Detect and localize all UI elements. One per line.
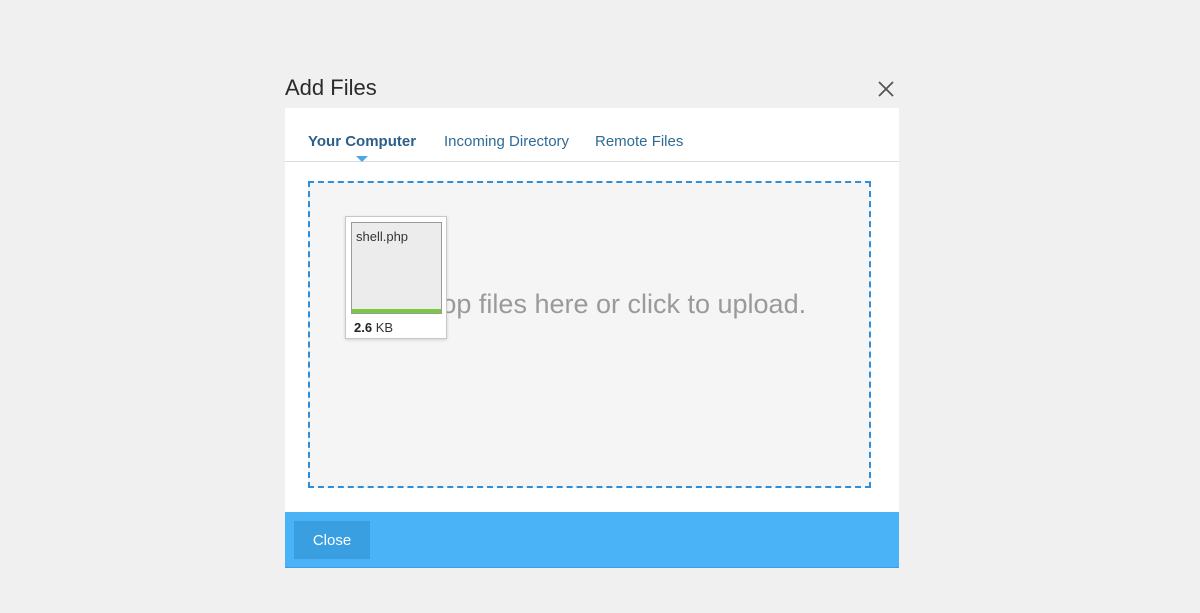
- file-size-unit: KB: [375, 320, 394, 335]
- tab-remote-files[interactable]: Remote Files: [595, 133, 683, 150]
- upload-progress-bar: [352, 309, 441, 313]
- close-button[interactable]: Close: [294, 521, 370, 559]
- file-size-value: 2.6: [354, 320, 373, 335]
- add-files-dialog: Add Files Your Computer Incoming Directo…: [285, 70, 899, 568]
- dialog-footer: Close: [285, 512, 899, 568]
- tab-your-computer[interactable]: Your Computer: [308, 133, 416, 150]
- file-size: 2.6 KB: [354, 320, 393, 335]
- file-preview: shell.php 2.6 KB: [345, 216, 447, 339]
- file-thumbnail: shell.php: [351, 222, 442, 314]
- dialog-header: Add Files: [285, 70, 899, 108]
- dialog-title: Add Files: [285, 75, 377, 100]
- file-dropzone[interactable]: Drop files here or click to upload. shel…: [308, 181, 871, 488]
- close-icon[interactable]: [875, 78, 897, 100]
- tab-incoming-directory[interactable]: Incoming Directory: [444, 133, 569, 150]
- active-tab-indicator-icon: [356, 156, 368, 162]
- dialog-body: Your Computer Incoming Directory Remote …: [285, 108, 899, 512]
- file-name: shell.php: [356, 229, 409, 244]
- source-tabs: Your Computer Incoming Directory Remote …: [285, 108, 899, 162]
